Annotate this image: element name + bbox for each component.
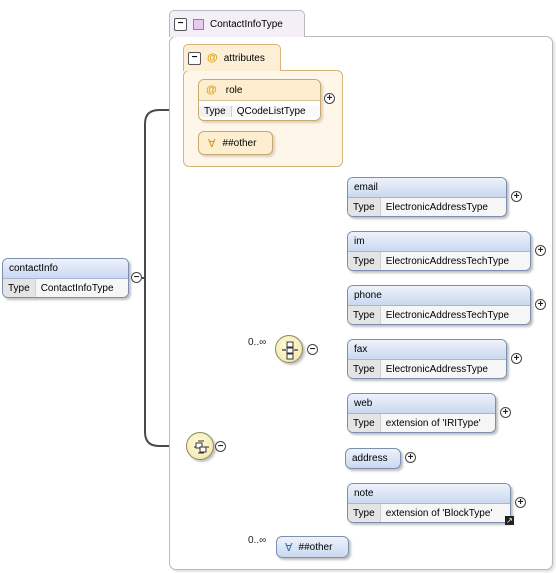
type-value: extension of 'BlockType' xyxy=(380,504,510,522)
expand-icon[interactable]: + xyxy=(535,245,546,256)
attributes-tab[interactable]: − @ attributes xyxy=(183,44,281,71)
element-web[interactable]: web Type extension of 'IRIType' xyxy=(347,393,496,433)
element-email[interactable]: email Type ElectronicAddressType xyxy=(347,177,507,217)
element-address[interactable]: address xyxy=(345,448,401,469)
any-element-label: ##other xyxy=(298,541,333,553)
choice-compositor[interactable] xyxy=(275,335,303,363)
occurrence-label: 0..∞ xyxy=(248,337,267,348)
element-phone[interactable]: phone Type ElectronicAddressTechType xyxy=(347,285,531,325)
element-name: fax xyxy=(354,344,368,355)
attribute-icon: @ xyxy=(207,52,218,64)
type-label: Type xyxy=(348,252,381,270)
type-value: ElectronicAddressTechType xyxy=(380,306,530,324)
any-attribute[interactable]: ∀ ##other xyxy=(198,131,273,155)
type-value: ContactInfoType xyxy=(35,279,128,297)
type-value: ElectronicAddressTechType xyxy=(380,252,530,270)
collapse-icon[interactable]: − xyxy=(188,51,201,65)
collapse-icon[interactable]: − xyxy=(215,441,226,452)
element-im[interactable]: im Type ElectronicAddressTechType xyxy=(347,231,531,271)
expand-icon[interactable]: + xyxy=(511,353,522,364)
attribute-icon: @ xyxy=(206,84,217,96)
expand-icon[interactable]: + xyxy=(515,497,526,508)
element-fax[interactable]: fax Type ElectronicAddressType xyxy=(347,339,507,379)
element-name: phone xyxy=(354,290,382,301)
any-attribute-label: ##other xyxy=(222,137,257,149)
type-value: ElectronicAddressType xyxy=(380,198,506,216)
complex-type-tab[interactable]: − ContactInfoType xyxy=(169,10,305,37)
expand-icon[interactable]: + xyxy=(500,407,511,418)
type-label: Type xyxy=(348,414,381,432)
any-element[interactable]: ∀ ##other xyxy=(276,536,349,558)
type-label: Type xyxy=(348,360,381,378)
element-name: note xyxy=(354,488,374,499)
type-label: Type xyxy=(348,504,381,522)
any-icon: ∀ xyxy=(208,137,216,150)
element-name: web xyxy=(354,398,373,409)
sequence-compositor[interactable] xyxy=(186,432,214,460)
element-name: contactInfo xyxy=(9,263,58,274)
complex-type-icon xyxy=(193,18,204,30)
type-value: extension of 'IRIType' xyxy=(380,414,495,432)
element-name: im xyxy=(354,236,365,247)
occurrence-label: 0..∞ xyxy=(248,535,267,546)
type-label: Type xyxy=(348,198,381,216)
type-label: Type xyxy=(199,105,232,117)
type-value: ElectronicAddressType xyxy=(380,360,506,378)
attributes-label: attributes xyxy=(223,52,265,64)
type-value: QCodeListType xyxy=(231,105,320,117)
expand-icon[interactable]: + xyxy=(535,299,546,310)
element-note[interactable]: note Type extension of 'BlockType' xyxy=(347,483,511,523)
expand-icon[interactable]: + xyxy=(405,452,416,463)
element-name: email xyxy=(354,182,378,193)
type-label: Type xyxy=(3,279,36,297)
expand-icon[interactable]: + xyxy=(511,191,522,202)
any-icon: ∀ xyxy=(285,541,293,554)
attribute-role-name: role xyxy=(225,84,243,96)
collapse-icon[interactable]: − xyxy=(131,272,142,283)
collapse-icon[interactable]: − xyxy=(174,17,187,31)
type-label: Type xyxy=(348,306,381,324)
choice-icon xyxy=(282,341,298,360)
element-name: address xyxy=(352,453,388,464)
sequence-icon xyxy=(194,440,209,454)
root-element-contactinfo[interactable]: contactInfo Type ContactInfoType xyxy=(2,258,129,298)
collapse-icon[interactable]: − xyxy=(307,344,318,355)
expand-icon[interactable]: + xyxy=(324,93,335,104)
attribute-role[interactable]: @ role Type QCodeListType xyxy=(198,79,321,121)
reference-arrow-icon: ↗ xyxy=(505,516,514,525)
complex-type-name: ContactInfoType xyxy=(210,18,283,30)
